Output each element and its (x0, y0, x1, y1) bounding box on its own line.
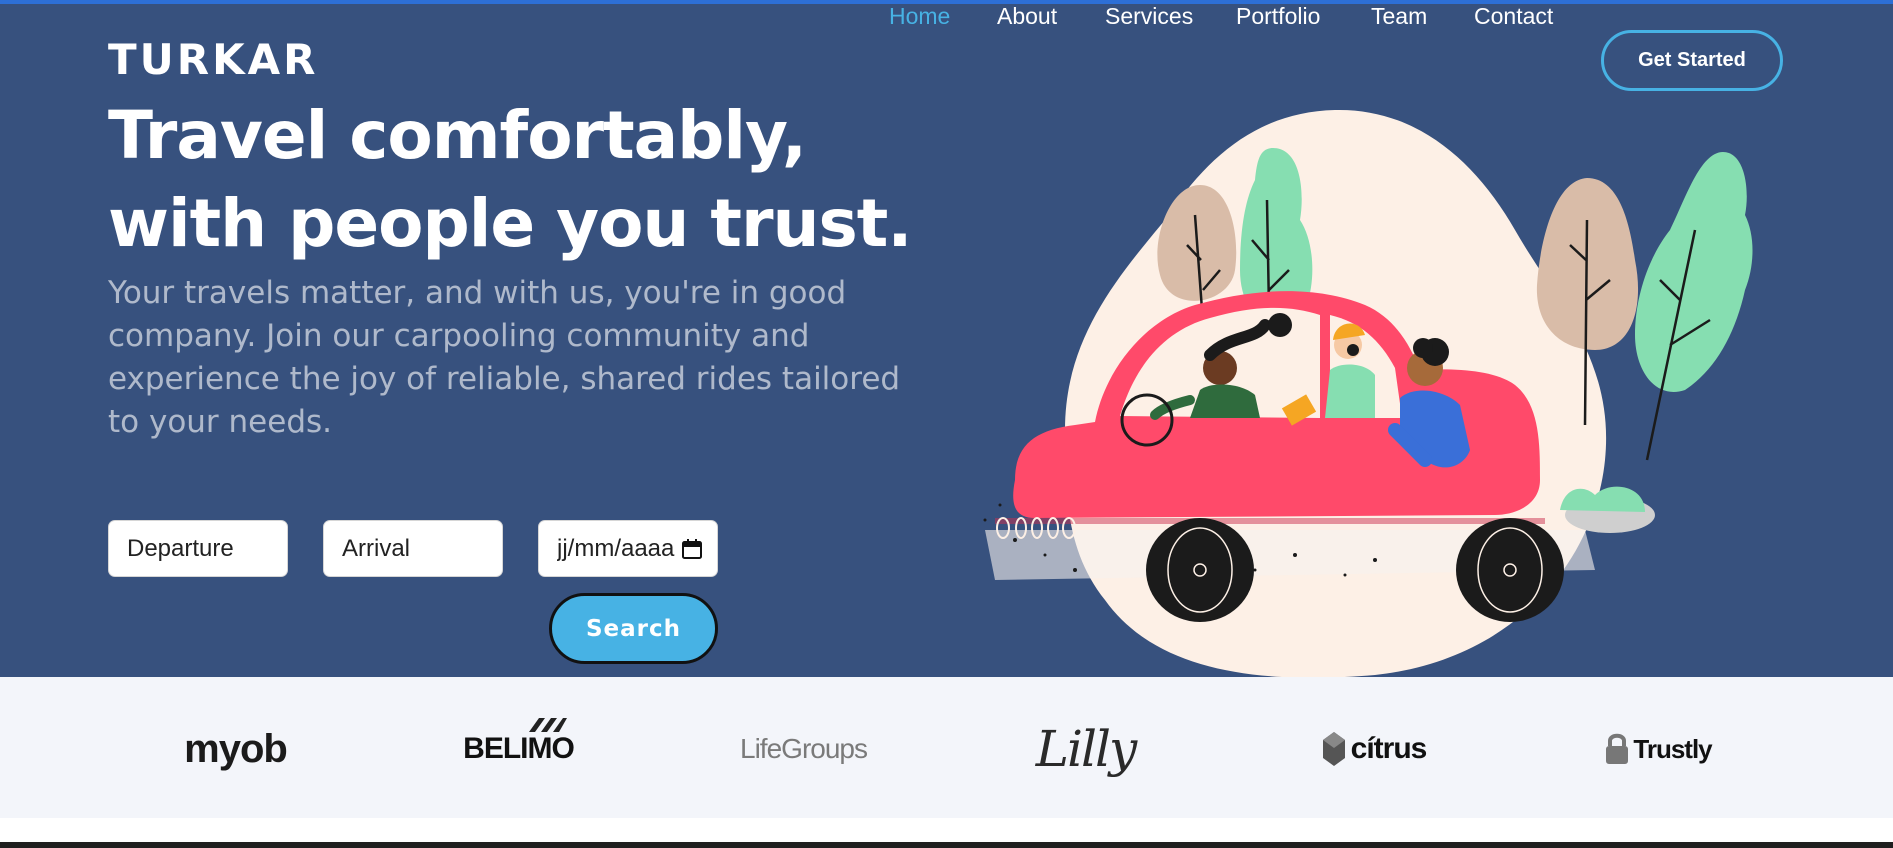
nav-team[interactable]: Team (1371, 0, 1427, 32)
client-logo-lilly: Lilly (1035, 720, 1137, 778)
nav-portfolio[interactable]: Portfolio (1236, 0, 1320, 32)
hero-title: Travel comfortably, with people you trus… (108, 97, 912, 262)
departure-input[interactable]: Departure (108, 520, 288, 577)
departure-placeholder: Departure (127, 534, 234, 562)
get-started-button[interactable]: Get Started (1601, 30, 1783, 91)
nav-services[interactable]: Services (1105, 0, 1193, 32)
date-value: jj/mm/aaaa (557, 534, 675, 562)
client-logo-citrus: cítrus (1316, 717, 1431, 781)
calendar-icon[interactable] (681, 538, 703, 560)
belimo-mark-icon (529, 718, 568, 732)
nav-about[interactable]: About (997, 0, 1057, 32)
clients-strip: myob BELIMO LifeGroups Lilly cítrus Trus… (0, 677, 1893, 818)
hero-subtitle: Your travels matter, and with us, you're… (108, 275, 901, 440)
citrus-mark-icon (1322, 732, 1345, 766)
hero-section: TURKAR Home About Services Portfolio Tea… (0, 0, 1893, 677)
client-logo-trustly: Trustly (1598, 717, 1718, 781)
car-shadow (995, 518, 1545, 524)
tree-right-green (1635, 152, 1753, 461)
nav-home[interactable]: Home (889, 0, 950, 32)
date-input[interactable]: jj/mm/aaaa (538, 520, 718, 577)
carpool-illustration (983, 109, 1753, 677)
search-button[interactable]: Search (549, 593, 718, 664)
front-wheel (1146, 518, 1254, 622)
bottom-dark-bar (0, 842, 1893, 848)
client-logo-belimo: BELIMO (461, 717, 576, 781)
brand-logo[interactable]: TURKAR (108, 34, 319, 86)
client-logo-myob: myob (184, 726, 288, 771)
arrival-placeholder: Arrival (342, 534, 411, 562)
arrival-input[interactable]: Arrival (323, 520, 503, 577)
bush (1560, 486, 1645, 512)
rear-wheel (1456, 518, 1564, 622)
padlock-icon (1606, 733, 1629, 764)
nav-contact[interactable]: Contact (1474, 0, 1553, 32)
client-logo-lifegroups: LifeGroups (740, 733, 868, 764)
